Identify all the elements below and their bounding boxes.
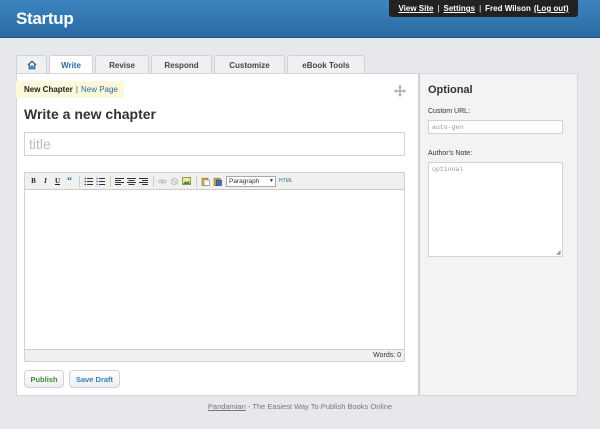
footer-link[interactable]: Pandamian [208,402,246,411]
custom-url-input[interactable] [428,120,563,134]
link-button[interactable] [157,176,168,187]
clipboard-icon [201,177,210,186]
align-center-icon [127,177,136,185]
resize-grip-icon[interactable]: ◢ [556,250,562,256]
bullet-list-icon [84,177,93,185]
home-icon [27,60,36,70]
user-nav: View Site | Settings | Fred Wilson (Log … [389,0,578,17]
editor-content-area[interactable] [25,190,404,350]
chapter-title-input[interactable] [24,132,405,156]
format-select-value: Paragraph [229,177,260,185]
image-icon [182,176,191,185]
editor-toolbar: B I U “ Paragraph ▼ HTML [25,173,404,190]
publish-button[interactable]: Publish [24,370,64,388]
align-left-icon [115,177,124,185]
view-site-link[interactable]: View Site [398,4,433,13]
app-title[interactable]: Startup [16,9,74,29]
toolbar-divider [196,175,197,187]
chapter-subtabs: New Chapter | New Page [16,81,124,98]
bold-button[interactable]: B [28,176,39,187]
italic-button[interactable]: I [40,176,51,187]
chevron-down-icon: ▼ [269,178,274,184]
subtab-new-page[interactable]: New Page [81,85,118,94]
blockquote-button[interactable]: “ [64,176,75,187]
tab-revise[interactable]: Revise [95,55,149,74]
subtab-new-chapter[interactable]: New Chapter [24,85,73,94]
image-button[interactable] [181,176,192,187]
paste-word-icon [213,177,222,186]
format-select[interactable]: Paragraph ▼ [226,175,276,187]
tab-respond[interactable]: Respond [151,55,212,74]
optional-heading: Optional [428,84,473,96]
nav-separator: | [479,4,482,13]
nav-separator: | [437,4,440,13]
toolbar-divider [110,175,111,187]
custom-url-label: Custom URL: [428,108,471,115]
save-draft-button[interactable]: Save Draft [69,370,120,388]
tab-customize[interactable]: Customize [214,55,285,74]
footer-tagline: - The Easiest Way To Publish Books Onlin… [245,402,393,411]
footer: Pandamian - The Easiest Way To Publish B… [0,402,600,411]
move-arrows-icon [394,85,406,97]
word-count: Words: 0 [25,349,404,361]
tab-write[interactable]: Write [49,55,93,75]
html-source-button[interactable]: HTML [279,178,293,184]
subtab-separator: | [75,85,78,94]
user-name: Fred Wilson [485,4,531,13]
page-title: Write a new chapter [24,106,157,122]
align-center-button[interactable] [126,176,137,187]
link-icon [158,179,167,183]
numbered-list-button[interactable] [95,176,106,187]
align-left-button[interactable] [114,176,125,187]
underline-button[interactable]: U [52,176,63,187]
numbered-list-icon [96,177,105,185]
tab-ebook-tools[interactable]: eBook Tools [287,55,365,74]
toolbar-divider [153,175,154,187]
paste-button[interactable] [200,176,211,187]
move-icon[interactable] [393,84,407,98]
main-tabs: Write Revise Respond Customize eBook Too… [16,55,367,75]
unlink-icon [171,177,178,185]
align-right-icon [139,177,148,185]
settings-link[interactable]: Settings [444,4,476,13]
logout-link[interactable]: (Log out) [534,4,569,13]
tab-home[interactable] [16,55,47,74]
top-bar: Startup View Site | Settings | Fred Wils… [0,0,600,38]
align-right-button[interactable] [138,176,149,187]
authors-note-input[interactable] [428,162,563,257]
rich-text-editor: B I U “ Paragraph ▼ HTML Words: 0 [24,172,405,362]
toolbar-divider [79,175,80,187]
bullet-list-button[interactable] [83,176,94,187]
authors-note-label: Author's Note: [428,150,473,157]
paste-word-button[interactable] [212,176,223,187]
unlink-button[interactable] [169,176,180,187]
